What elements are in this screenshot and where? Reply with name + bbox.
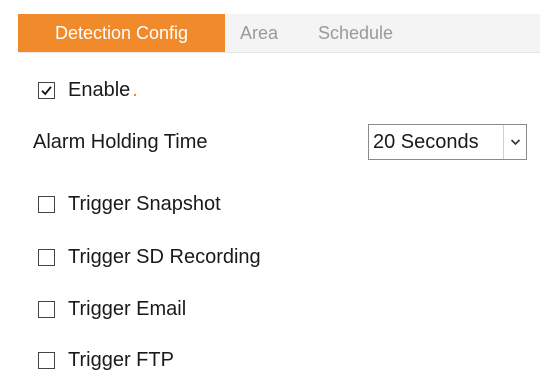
alarm-holding-time-select[interactable]: 20 Seconds — [368, 124, 527, 160]
trigger-ftp-row: Trigger FTP — [38, 349, 174, 372]
trigger-email-row: Trigger Email — [38, 298, 186, 321]
alarm-holding-time-row: Alarm Holding Time — [33, 131, 208, 154]
trigger-snapshot-checkbox[interactable] — [38, 196, 55, 213]
enable-label-suffix: . — [132, 79, 138, 101]
detection-config-panel: Detection Config Area Schedule Enable . … — [0, 0, 550, 388]
chevron-down-icon — [510, 139, 520, 146]
enable-row: Enable . — [38, 79, 138, 102]
trigger-email-checkbox[interactable] — [38, 301, 55, 318]
trigger-sd-recording-label: Trigger SD Recording — [68, 246, 261, 268]
tab-detection-config[interactable]: Detection Config — [18, 14, 225, 52]
tab-area[interactable]: Area — [240, 14, 278, 52]
enable-checkbox[interactable] — [38, 82, 55, 99]
tab-bar: Detection Config Area Schedule — [18, 14, 540, 53]
dropdown-arrow[interactable] — [503, 125, 526, 159]
trigger-email-label: Trigger Email — [68, 298, 187, 320]
trigger-sd-recording-row: Trigger SD Recording — [38, 246, 261, 269]
trigger-snapshot-row: Trigger Snapshot — [38, 193, 221, 216]
trigger-snapshot-label: Trigger Snapshot — [68, 193, 221, 215]
tab-schedule[interactable]: Schedule — [318, 14, 393, 52]
enable-label: Enable — [68, 79, 131, 101]
trigger-ftp-checkbox[interactable] — [38, 352, 55, 369]
trigger-sd-recording-checkbox[interactable] — [38, 249, 55, 266]
check-icon — [41, 86, 52, 96]
alarm-holding-time-label: Alarm Holding Time — [33, 131, 208, 153]
alarm-holding-time-value: 20 Seconds — [373, 130, 479, 153]
trigger-ftp-label: Trigger FTP — [68, 349, 174, 371]
